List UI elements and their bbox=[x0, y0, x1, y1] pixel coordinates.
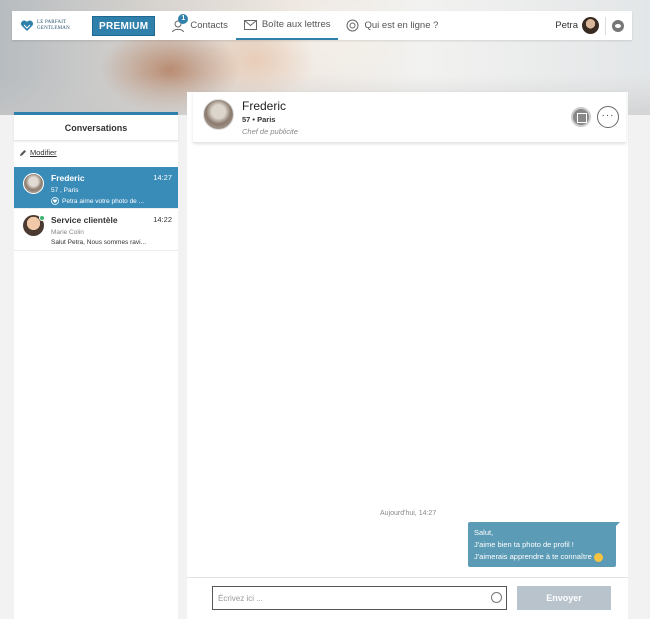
conversation-subtitle: Marie Colin bbox=[51, 229, 84, 236]
message-line-1: Salut, bbox=[474, 528, 494, 537]
nav-contacts[interactable]: 1 Contacts bbox=[163, 11, 236, 40]
nav-who-online-label: Qui est en ligne ? bbox=[364, 20, 439, 31]
tab-conversations[interactable]: Conversations bbox=[14, 112, 178, 141]
conversation-preview: Petra aime votre photo de ... bbox=[51, 197, 178, 205]
conversation-preview-text: Salut Petra, Nous sommes ravi... bbox=[51, 239, 147, 246]
conversations-panel: Conversations Modifier Frederic 14:27 57… bbox=[14, 112, 178, 619]
smiley-icon bbox=[593, 552, 603, 562]
logo-line-1: LE PARFAIT bbox=[37, 19, 67, 25]
logo-line-2: GENTLEMAN bbox=[37, 25, 70, 31]
contact-job: Chef de publicite bbox=[242, 127, 298, 136]
nav-divider bbox=[605, 16, 606, 35]
user-avatar[interactable] bbox=[582, 17, 599, 34]
eye-icon[interactable] bbox=[612, 19, 624, 32]
send-button[interactable]: Envoyer bbox=[517, 586, 611, 610]
user-name[interactable]: Petra bbox=[555, 20, 578, 31]
nav-mailbox[interactable]: Boîte aux lettres bbox=[235, 11, 339, 40]
conversation-preview: Salut Petra, Nous sommes ravi... bbox=[51, 239, 178, 246]
envelope-icon bbox=[243, 19, 257, 30]
contact-age-city: 57 • Paris bbox=[242, 115, 276, 124]
message-bubble: Salut, J'aime bien ta photo de profil ! … bbox=[468, 522, 620, 567]
target-icon bbox=[346, 19, 359, 32]
premium-button[interactable]: PREMIUM bbox=[92, 15, 156, 36]
nav-contacts-label: Contacts bbox=[190, 20, 228, 31]
message-composer: Envoyer bbox=[187, 577, 628, 619]
chat-panel: Frederic 57 • Paris Chef de publicite ··… bbox=[187, 92, 628, 619]
conversation-item-frederic[interactable]: Frederic 14:27 57 , Paris Petra aime vot… bbox=[14, 167, 178, 209]
pencil-icon bbox=[20, 149, 26, 156]
top-navigation: LE PARFAIT GENTLEMAN PREMIUM 1 Contacts … bbox=[12, 11, 632, 40]
message-line-2: J'aime bien ta photo de profil ! bbox=[474, 540, 574, 549]
avatar bbox=[23, 173, 44, 194]
message-line-3-wrap: J'aimerais apprendre à te connaître bbox=[474, 551, 610, 563]
contact-avatar[interactable] bbox=[203, 99, 234, 130]
contacts-badge: 1 bbox=[178, 14, 189, 24]
heart-icon bbox=[51, 197, 59, 205]
conversation-time: 14:27 bbox=[153, 173, 172, 182]
message-line-3: J'aimerais apprendre à te connaître bbox=[474, 552, 592, 561]
nav-who-online[interactable]: Qui est en ligne ? bbox=[338, 11, 446, 40]
chat-header: Frederic 57 • Paris Chef de publicite ··… bbox=[193, 92, 626, 143]
message-date: Aujourd'hui, 14:27 bbox=[380, 510, 437, 517]
conversation-preview-text: Petra aime votre photo de ... bbox=[62, 197, 145, 205]
site-logo[interactable]: LE PARFAIT GENTLEMAN bbox=[20, 19, 82, 33]
heart-logo-icon bbox=[20, 19, 34, 31]
nav-mailbox-label: Boîte aux lettres bbox=[261, 19, 331, 30]
more-options-button[interactable]: ··· bbox=[597, 106, 619, 128]
conversation-subtitle: 57 , Paris bbox=[51, 187, 79, 194]
user-menu: Petra bbox=[555, 11, 632, 40]
message-input[interactable] bbox=[212, 586, 507, 610]
conversation-item-service[interactable]: Service clientèle 14:22 Marie Colin Salu… bbox=[14, 209, 178, 251]
logo-text: LE PARFAIT GENTLEMAN bbox=[37, 20, 70, 32]
photo-request-icon[interactable] bbox=[571, 107, 591, 127]
conversation-time: 14:22 bbox=[153, 215, 172, 224]
contact-name[interactable]: Frederic bbox=[242, 99, 286, 113]
modify-label: Modifier bbox=[30, 148, 57, 157]
emoji-icon[interactable] bbox=[491, 592, 502, 603]
online-status-icon bbox=[39, 215, 45, 221]
conversation-list: Frederic 14:27 57 , Paris Petra aime vot… bbox=[14, 167, 178, 251]
modify-link[interactable]: Modifier bbox=[19, 148, 178, 157]
